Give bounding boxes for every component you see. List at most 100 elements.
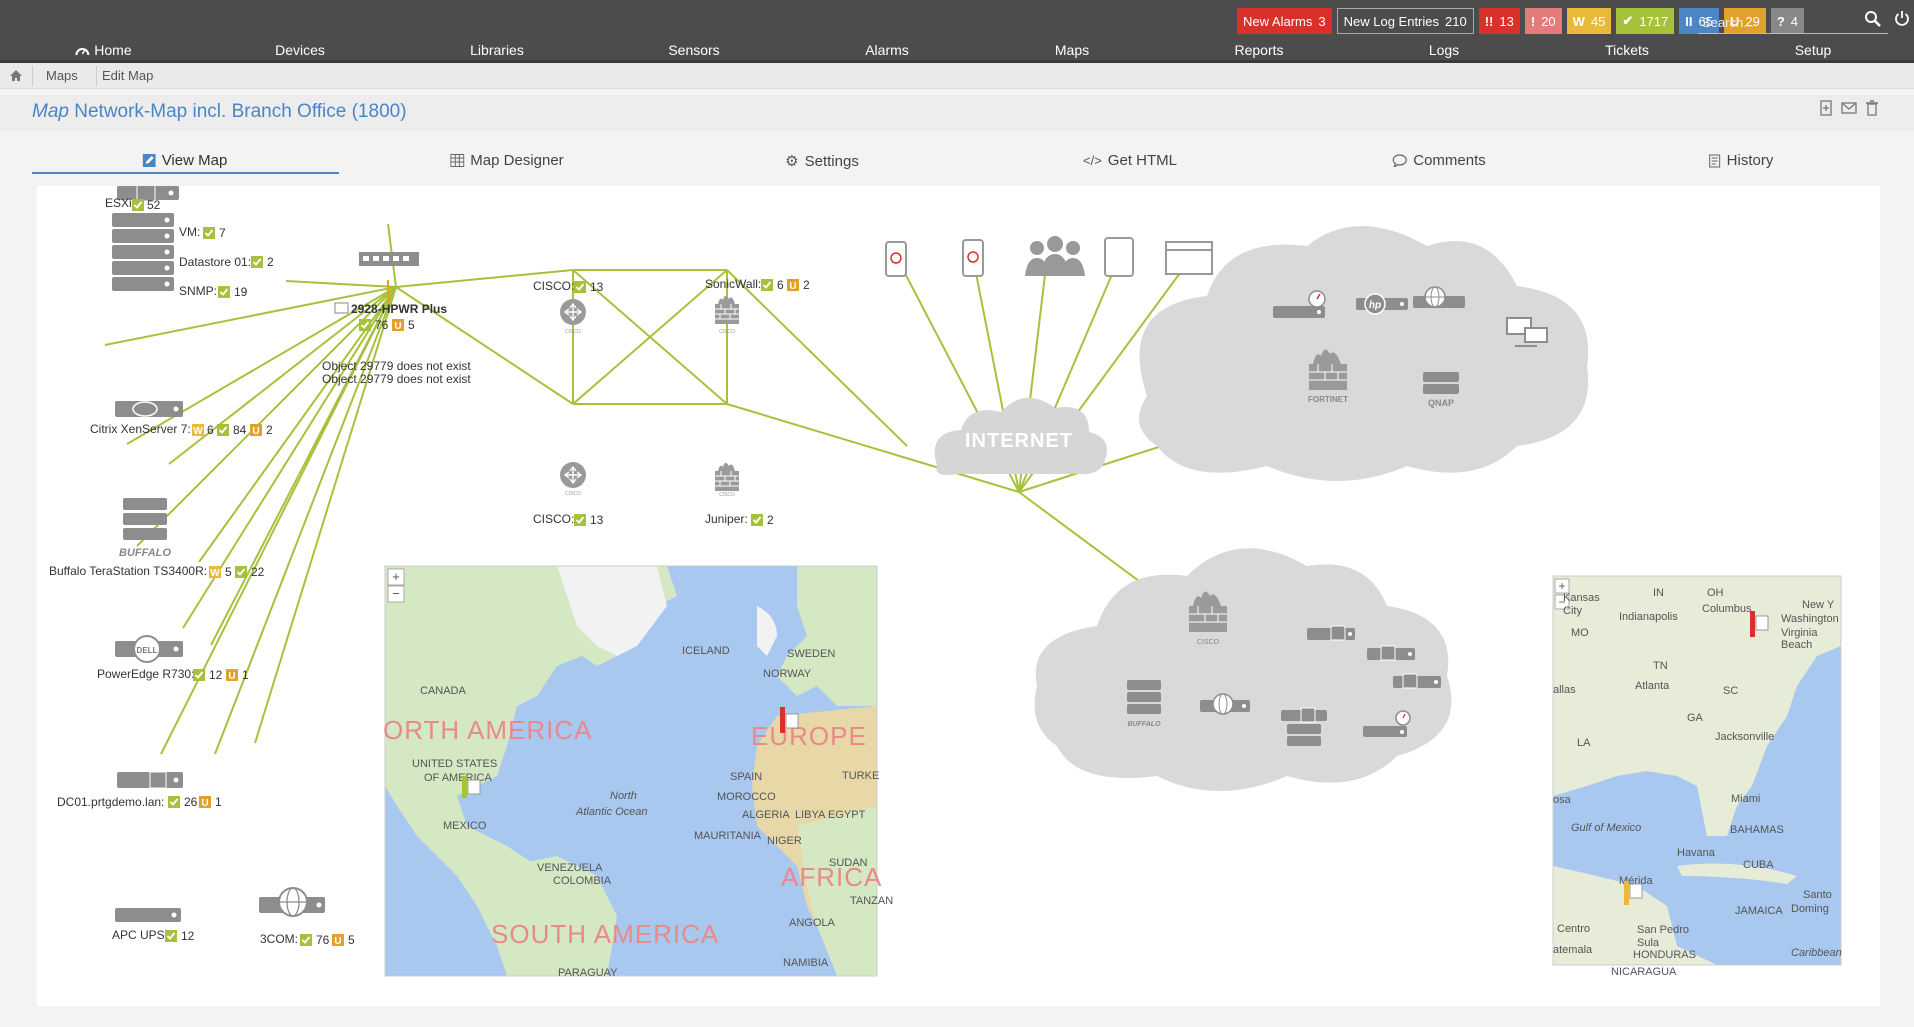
breadcrumb-edit-map[interactable]: Edit Map (102, 68, 153, 83)
buffalo-device[interactable]: BUFFALO Buffalo TeraStation TS3400R: 5 2… (49, 498, 265, 579)
geo-label: Kansas (1563, 592, 1600, 604)
geo-label: ALGERIA (742, 809, 790, 821)
branch-server-stack[interactable] (1281, 707, 1327, 746)
map-canvas: U W ESXi: 52 VM: 7 Datastore 01: 2 SNMP:… (37, 186, 1880, 1006)
nav-devices[interactable]: Devices (275, 42, 325, 58)
nav-libraries[interactable]: Libraries (470, 42, 524, 58)
breadcrumb-maps[interactable]: Maps (46, 68, 78, 83)
fortinet-logo: FORTINET (1308, 395, 1348, 404)
svg-text:−: − (392, 586, 400, 601)
nav-tickets[interactable]: Tickets (1605, 42, 1649, 58)
geo-label: TANZAN (850, 895, 893, 907)
server-stack[interactable]: VM: 7 Datastore 01: 2 SNMP: 19 (112, 213, 274, 299)
nav-home[interactable]: Home (74, 42, 132, 58)
warning-badge[interactable]: W 45 (1566, 8, 1612, 34)
geo-label: HONDURAS (1633, 949, 1696, 961)
geo-label: SPAIN (730, 771, 762, 783)
geo-label: ANGOLA (789, 917, 836, 929)
smartphone-icon-2[interactable] (962, 239, 984, 277)
trash-icon[interactable] (1864, 100, 1880, 116)
cisco1-ok-count: 13 (590, 280, 604, 294)
3com-device[interactable]: 3COM: 76 5 (259, 887, 355, 947)
nav-setup[interactable]: Setup (1795, 42, 1832, 58)
citrix-label: Citrix XenServer 7: (90, 422, 191, 436)
geo-label: Centro (1557, 923, 1590, 935)
cisco-logo-4: CISCO (719, 492, 735, 498)
home-gauge-icon (75, 48, 90, 56)
region-label: AFRICA (781, 862, 882, 892)
geo-label: allas (1553, 684, 1576, 696)
active-tab-underline (32, 172, 339, 174)
nav-alarms[interactable]: Alarms (865, 42, 909, 58)
geo-label: MO (1571, 627, 1589, 639)
browser-window-icon[interactable] (1165, 241, 1213, 275)
qnap-nas[interactable]: QNAP (1423, 372, 1459, 408)
warning-count: 45 (1590, 13, 1606, 29)
dc01-device[interactable]: DC01.prtgdemo.lan: 26 1 (57, 771, 222, 809)
new-log-label: New Log Entries (1343, 13, 1440, 29)
main-nav: Home Devices Libraries Sensors Alarms Ma… (0, 42, 1914, 60)
down-ack-badge[interactable]: ! 20 (1524, 8, 1562, 34)
region-label: SOUTH AMERICA (491, 919, 719, 949)
sonicwall-firewall[interactable]: CISCO SonicWall: 6 2 (705, 277, 810, 335)
nav-home-label: Home (94, 42, 132, 58)
cisco2-label: CISCO: (533, 512, 574, 526)
juniper-firewall[interactable]: CISCO Juniper: 2 (705, 462, 774, 527)
power-icon[interactable] (1894, 10, 1910, 26)
tab-view-map[interactable]: View Map (142, 152, 228, 169)
tab-get-html[interactable]: </> Get HTML (1083, 152, 1177, 169)
branch-server-1[interactable] (1307, 625, 1355, 641)
geo-label: JAMAICA (1735, 905, 1783, 917)
nav-reports[interactable]: Reports (1234, 42, 1283, 58)
export-icon[interactable] (1818, 100, 1834, 116)
geo-label: PARAGUAY (558, 967, 618, 979)
search-icon[interactable] (1864, 10, 1882, 28)
apc-ups-device[interactable]: APC UPS: 12 (112, 908, 195, 943)
tab-comments-label: Comments (1413, 152, 1486, 169)
tab-comments[interactable]: Comments (1392, 152, 1486, 169)
qnap-logo: QNAP (1428, 398, 1454, 408)
warning-icon: W (1572, 13, 1585, 29)
new-log-count: 210 (1445, 13, 1467, 29)
dell-device[interactable]: DELL PowerEdge R730: 12 1 (97, 635, 249, 682)
cisco-logo-3: CISCO (565, 491, 581, 497)
esxi-device[interactable]: ESXi: 52 (105, 186, 179, 212)
top-bar: New Alarms 3 New Log Entries 210 !! 13 ! 2… (0, 0, 1914, 63)
geo-label: Beach (1781, 639, 1812, 651)
citrix-unusual-count: 2 (266, 423, 273, 437)
tab-view-map-label: View Map (161, 152, 228, 169)
up-badge[interactable]: ✔ 1717 (1616, 8, 1675, 34)
nav-sensors[interactable]: Sensors (668, 42, 719, 58)
tab-history[interactable]: History (1709, 152, 1773, 169)
tab-settings[interactable]: ⚙ Settings (785, 152, 859, 171)
geo-label: Washington (1781, 613, 1839, 625)
world-map[interactable]: + − CANADA ICELAND SWEDEN NORWAY UNITED … (383, 565, 893, 979)
smartphone-icon[interactable] (885, 241, 907, 277)
tablet-icon[interactable] (1104, 237, 1134, 277)
citrix-device[interactable]: Citrix XenServer 7: 6 84 2 (90, 401, 273, 437)
home-icon[interactable] (9, 69, 23, 82)
geo-label: Santo (1803, 889, 1832, 901)
geo-label: SWEDEN (787, 648, 835, 660)
email-icon[interactable] (1841, 100, 1857, 116)
nav-maps[interactable]: Maps (1055, 42, 1089, 58)
cisco-router-1[interactable]: CISCO CISCO: 13 (533, 279, 604, 335)
tab-map-designer[interactable]: Map Designer (450, 152, 564, 169)
internet-cloud[interactable]: INTERNET (934, 397, 1107, 475)
us-southeast-map[interactable]: + − Kansas City IN OH MO Indianapolis Co… (1552, 575, 1842, 978)
geo-label: CUBA (1743, 859, 1774, 871)
cisco-router-2[interactable]: CISCO CISCO: 13 (533, 461, 604, 527)
branch-server-3[interactable] (1393, 673, 1441, 689)
3com-label: 3COM: (260, 932, 298, 946)
branch-buffalo-nas[interactable]: BUFFALO (1127, 680, 1161, 728)
geo-label: Atlantic Ocean (575, 806, 648, 818)
users-group-icon[interactable] (1025, 236, 1085, 276)
down-badge[interactable]: !! 13 (1478, 8, 1520, 34)
search-input[interactable] (1698, 12, 1888, 34)
geo-label: Columbus (1702, 603, 1752, 615)
branch-server-2[interactable] (1367, 645, 1415, 661)
new-log-badge[interactable]: New Log Entries 210 (1336, 8, 1474, 34)
apc-label: APC UPS: (112, 928, 168, 942)
nav-logs[interactable]: Logs (1429, 42, 1459, 58)
new-alarms-badge[interactable]: New Alarms 3 (1237, 8, 1332, 34)
